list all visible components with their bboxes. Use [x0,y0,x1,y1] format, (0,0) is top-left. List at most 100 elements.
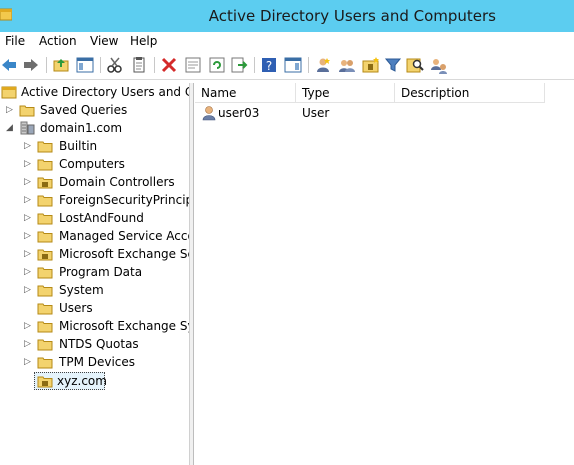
menu-help[interactable]: Help [130,34,157,48]
tree-item-label: domain1.com [40,121,123,135]
folder-icon [37,355,53,369]
new-group-icon[interactable] [338,56,356,74]
tree-item-label: Domain Controllers [59,175,175,189]
folder-icon [37,319,53,333]
table-row[interactable]: user03 User [195,104,574,122]
menu-view[interactable]: View [90,34,118,48]
new-ou-icon[interactable] [362,56,380,74]
folder-icon [37,301,53,315]
details-list[interactable]: Name Type Description user03 User [195,83,574,465]
console-tree[interactable]: Active Directory Users and Com ▷ Saved Q… [0,83,190,465]
tree-item-builtin[interactable]: ▷ Builtin [0,137,189,155]
tree-item-label: ForeignSecurityPrincipals [59,193,189,207]
tree-item-label: Microsoft Exchange Secu [59,247,189,261]
column-header-type[interactable]: Type [296,83,395,103]
tree-item-xyz-com[interactable]: xyz.com [0,372,189,390]
tree-item-users[interactable]: Users [0,299,189,317]
tree-item-label: NTDS Quotas [59,337,139,351]
svg-text:?: ? [266,59,272,73]
folder-icon [19,103,35,117]
expand-arrow-icon[interactable]: ▷ [24,137,33,155]
tree-root-label: Active Directory Users and Com [21,85,189,99]
forward-arrow-icon[interactable] [22,56,40,74]
tree-item-label: Managed Service Accour [59,229,189,243]
expand-arrow-icon[interactable]: ▷ [24,317,33,335]
expand-arrow-icon[interactable]: ▷ [24,173,33,191]
tree-item-managed-service-accounts[interactable]: ▷ Managed Service Accour [0,227,189,245]
menu-file[interactable]: File [5,34,25,48]
up-folder-icon[interactable] [52,56,70,74]
menu-action[interactable]: Action [39,34,77,48]
tree-item-saved-queries[interactable]: ▷ Saved Queries [0,101,189,119]
window-title: Active Directory Users and Computers [208,7,496,25]
expand-arrow-icon[interactable]: ▷ [24,155,33,173]
back-arrow-icon[interactable] [0,56,18,74]
tree-item-computers[interactable]: ▷ Computers [0,155,189,173]
folder-icon [37,265,53,279]
expand-arrow-icon[interactable]: ▷ [24,209,33,227]
expand-arrow-icon[interactable]: ▷ [24,353,33,371]
tree-item-program-data[interactable]: ▷ Program Data [0,263,189,281]
menu-bar: File Action View Help [0,32,574,52]
refresh-icon[interactable] [208,56,226,74]
cut-icon[interactable] [106,56,124,74]
tree-item-domain[interactable]: ◢ domain1.com [0,119,189,137]
delete-icon[interactable] [160,56,178,74]
toolbar: ? [0,52,574,80]
ou-folder-icon [37,374,53,388]
row-name: user03 [218,106,260,120]
column-header-name[interactable]: Name [195,83,296,103]
tree-item-label: Microsoft Exchange Syste [59,319,189,333]
tree-item-lost-and-found[interactable]: ▷ LostAndFound [0,209,189,227]
column-header-description[interactable]: Description [395,83,545,103]
new-user-icon[interactable] [314,56,332,74]
properties-icon[interactable] [184,56,202,74]
tree-item-label: Users [59,301,93,315]
row-type: User [302,106,330,120]
expand-arrow-icon[interactable]: ▷ [24,335,33,353]
tree-item-tpm-devices[interactable]: ▷ TPM Devices [0,353,189,371]
expand-arrow-icon[interactable]: ▷ [24,191,33,209]
domain-icon [19,121,35,135]
tree-item-label: LostAndFound [59,211,144,225]
copy-icon[interactable] [130,56,148,74]
tree-root[interactable]: Active Directory Users and Com [0,83,189,101]
tree-item-microsoft-exchange-security[interactable]: ▷ Microsoft Exchange Secu [0,245,189,263]
tree-item-domain-controllers[interactable]: ▷ Domain Controllers [0,173,189,191]
folder-icon [37,211,53,225]
tree-item-label: Program Data [59,265,143,279]
add-to-group-icon[interactable] [430,56,448,74]
snapin-root-icon [1,85,17,99]
folder-icon [37,229,53,243]
folder-icon [37,193,53,207]
tree-item-label: TPM Devices [59,355,136,369]
find-icon[interactable] [406,56,424,74]
help-icon[interactable]: ? [260,56,278,74]
tree-item-microsoft-exchange-system[interactable]: ▷ Microsoft Exchange Syste [0,317,189,335]
expand-arrow-icon[interactable]: ▷ [24,245,33,263]
filter-icon[interactable] [384,56,402,74]
folder-icon [37,157,53,171]
user-icon [201,105,217,121]
expand-arrow-icon[interactable]: ▷ [24,263,33,281]
expand-arrow-icon[interactable]: ▷ [6,101,15,119]
ou-folder-icon [37,247,53,261]
folder-icon [37,337,53,351]
tree-item-label: xyz.com [57,374,107,388]
folder-icon [37,139,53,153]
folder-icon [37,283,53,297]
tree-item-label: Computers [59,157,125,171]
tree-item-label: System [59,283,104,297]
expand-arrow-icon[interactable]: ▷ [24,281,33,299]
show-action-pane-icon[interactable] [284,56,302,74]
tree-item-ntds-quotas[interactable]: ▷ NTDS Quotas [0,335,189,353]
ou-folder-icon [37,175,53,189]
tree-item-foreign-security-principals[interactable]: ▷ ForeignSecurityPrincipals [0,191,189,209]
collapse-arrow-icon[interactable]: ◢ [6,119,15,137]
tree-item-label: Saved Queries [40,103,128,117]
show-hide-console-tree-icon[interactable] [76,56,94,74]
export-list-icon[interactable] [230,56,248,74]
pane-splitter[interactable] [190,83,194,465]
expand-arrow-icon[interactable]: ▷ [24,227,33,245]
tree-item-system[interactable]: ▷ System [0,281,189,299]
